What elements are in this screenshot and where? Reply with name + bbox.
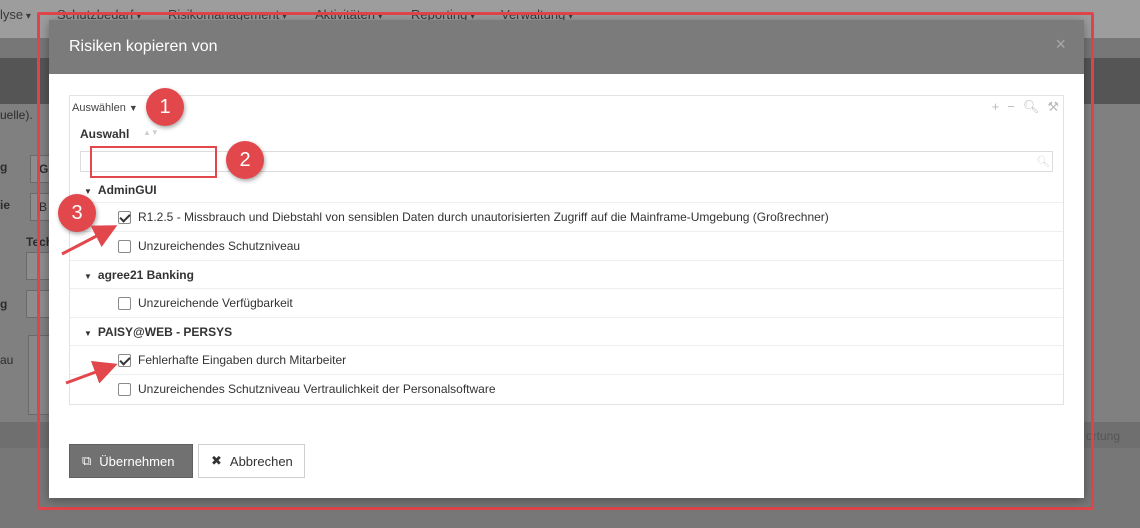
cancel-button-label: Abbrechen bbox=[229, 453, 293, 469]
callout-badge-1: 1 bbox=[146, 88, 184, 126]
select-dropdown[interactable]: Auswählen ▼ bbox=[72, 102, 138, 114]
selection-panel: Auswählen ▼ + − 🔍︎ ⚒ Auswahl ▲▼ 🔍︎ ▼ Admi… bbox=[69, 95, 1064, 405]
row-divider bbox=[70, 345, 1063, 346]
checkbox-unchecked[interactable] bbox=[118, 382, 131, 396]
apply-button-label: Übernehmen bbox=[99, 453, 175, 469]
list-item-label: Unzureichendes Schutzniveau Vertraulichk… bbox=[138, 382, 496, 396]
row-divider bbox=[70, 231, 1063, 232]
list-item-label: R1.2.5 - Missbrauch und Diebstahl von se… bbox=[138, 210, 829, 224]
callout-highlight-box bbox=[90, 146, 217, 178]
group-agree21-banking[interactable]: ▼ agree21 Banking bbox=[84, 268, 194, 282]
close-x-icon: ✖ bbox=[211, 453, 222, 468]
list-item-label: Unzureichende Verfügbarkeit bbox=[138, 296, 293, 310]
list-item[interactable]: Fehlerhafte Eingaben durch Mitarbeiter bbox=[118, 353, 346, 367]
checkbox-checked[interactable] bbox=[118, 210, 131, 224]
collapse-all-icon[interactable]: − bbox=[1007, 99, 1015, 115]
background-text-fragment: ie bbox=[0, 198, 11, 212]
select-dropdown-label: Auswählen bbox=[72, 102, 126, 114]
panel-tools: + − 🔍︎ ⚒ bbox=[992, 99, 1059, 115]
modal-header: Risiken kopieren von × bbox=[49, 20, 1084, 74]
expanded-triangle-icon: ▼ bbox=[84, 329, 92, 338]
background-text-fragment: g bbox=[0, 160, 8, 174]
filter-search-icon: 🔍︎ bbox=[1036, 156, 1050, 168]
column-header-auswahl[interactable]: Auswahl bbox=[80, 127, 129, 141]
row-divider bbox=[70, 260, 1063, 261]
cancel-button[interactable]: ✖ Abbrechen bbox=[198, 444, 305, 478]
copy-icon: ⧉ bbox=[82, 453, 92, 468]
list-item-label: Unzureichendes Schutzniveau bbox=[138, 239, 301, 253]
list-item[interactable]: Unzureichendes Schutzniveau Vertraulichk… bbox=[118, 382, 496, 396]
expand-all-icon[interactable]: + bbox=[992, 99, 1000, 115]
row-divider bbox=[70, 202, 1063, 203]
row-divider bbox=[70, 288, 1063, 289]
checkbox-checked[interactable] bbox=[118, 353, 131, 367]
copy-risks-modal: Risiken kopieren von × Auswählen ▼ + − 🔍… bbox=[49, 20, 1084, 498]
group-admingui[interactable]: ▼ AdminGUI bbox=[84, 183, 157, 197]
sort-icon[interactable]: ▲▼ bbox=[143, 128, 159, 137]
caret-down-icon: ▼ bbox=[128, 103, 138, 113]
list-item-label: Fehlerhafte Eingaben durch Mitarbeiter bbox=[138, 353, 347, 367]
search-icon[interactable]: 🔍︎ bbox=[1023, 99, 1040, 115]
modal-title: Risiken kopieren von bbox=[69, 38, 218, 55]
callout-badge-3: 3 bbox=[58, 194, 96, 232]
group-paisy-web-persys[interactable]: ▼ PAISY@WEB - PERSYS bbox=[84, 325, 232, 339]
apply-button[interactable]: ⧉ Übernehmen bbox=[69, 444, 193, 478]
background-text-fragment: au bbox=[0, 353, 14, 367]
checkbox-unchecked[interactable] bbox=[118, 239, 131, 253]
checkbox-unchecked[interactable] bbox=[118, 296, 131, 310]
background-text-fragment: g bbox=[0, 297, 8, 311]
callout-badge-2: 2 bbox=[226, 141, 264, 179]
list-item[interactable]: Unzureichende Verfügbarkeit bbox=[118, 296, 293, 310]
nav-item-analyse: lyse bbox=[0, 7, 31, 22]
row-divider bbox=[70, 374, 1063, 375]
expanded-triangle-icon: ▼ bbox=[84, 187, 92, 196]
background-text-fragment: uelle). bbox=[0, 108, 33, 122]
list-item[interactable]: R1.2.5 - Missbrauch und Diebstahl von se… bbox=[118, 210, 829, 224]
list-item[interactable]: Unzureichendes Schutzniveau bbox=[118, 239, 300, 253]
wrench-icon[interactable]: ⚒ bbox=[1047, 99, 1059, 115]
close-icon[interactable]: × bbox=[1055, 34, 1066, 55]
row-divider bbox=[70, 317, 1063, 318]
expanded-triangle-icon: ▼ bbox=[84, 272, 92, 281]
